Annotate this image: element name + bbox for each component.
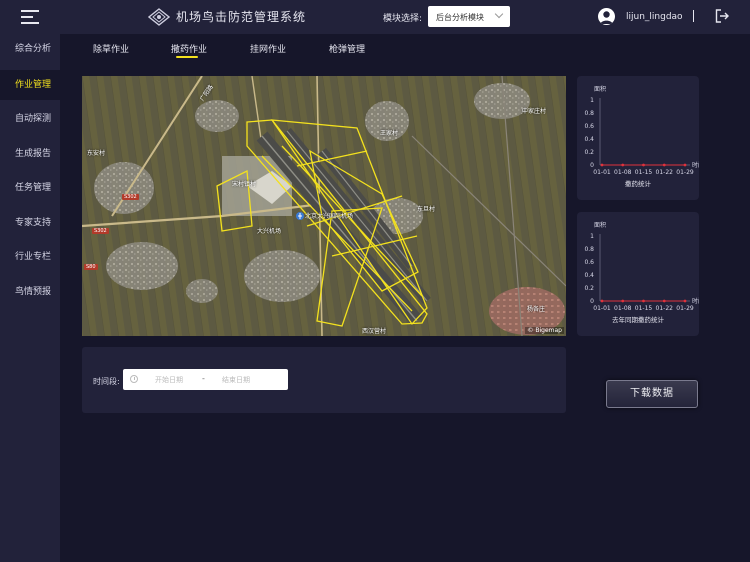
chart-title: 去年同期撒药统计 [612,315,665,324]
y-tick-label: 0.8 [584,246,594,253]
spray-stats-card: 面积1 0.8 0.6 0.4 0.2 0 时间 01-0101-0801-1501-2201… [577,76,699,200]
y-tick-label: 0 [590,298,594,305]
y-tick-label: 1 [590,233,594,240]
x-axis-label: 时间 [692,297,699,305]
tab-spraying[interactable]: 撒药作业 [171,42,207,55]
data-point [621,299,625,303]
x-tick-label: 01-29 [676,169,694,176]
map-label: 大兴机场 [257,228,282,235]
sidebar-item-bird-forecast[interactable]: 鸟情预报 [0,277,60,307]
chart-title: 撒药统计 [625,179,652,188]
start-date-input[interactable]: 开始日期 [155,375,183,385]
sidebar-item-tasks[interactable]: 任务管理 [0,173,60,203]
x-axis-label: 时间 [692,161,699,169]
y-tick-label: 0.4 [584,136,594,143]
data-point [621,163,625,167]
satellite-map[interactable]: 东安村 中家庄村 王家村 宋村镇村 北京大兴国际机场 大兴机场 东旦村 杨各庄 … [82,76,566,336]
app-title: 机场鸟击防范管理系统 [176,10,307,24]
logo-icon [148,8,170,26]
last-year-stats-card: 面积1 0.8 0.6 0.4 0.2 0 时间 01-0101-0801-1501-2201… [577,212,699,336]
data-point [662,163,666,167]
y-tick-label: 0.8 [584,110,594,117]
y-tick-label: 1 [590,97,594,104]
tab-firearms[interactable]: 枪弹管理 [329,42,365,55]
data-point [683,299,687,303]
map-label: 中家庄村 [522,108,547,115]
sidebar-item-industry[interactable]: 行业专栏 [0,242,60,272]
y-tick-label: 0.6 [584,123,594,130]
y-axis-label: 面积 [594,221,606,229]
filter-panel: 时间段: 开始日期 - 结束日期 [82,347,566,413]
road-badge: S80 [84,264,98,270]
x-tick-label: 01-22 [656,169,674,176]
x-tick-label: 01-01 [593,305,611,312]
map-label: 东安村 [87,150,106,157]
road-badge: S302 [122,194,139,200]
data-point [683,163,687,167]
y-tick-label: 0.2 [584,149,594,156]
username: lijun_lingdao [626,12,683,22]
y-tick-label: 0 [590,162,594,169]
spray-stats-chart: 面积1 0.8 0.6 0.4 0.2 0 时间 01-0101-0801-1501-2201… [584,85,699,188]
sidebar-item-detection[interactable]: 自动探测 [0,104,60,134]
avatar[interactable] [598,8,615,25]
date-range-picker[interactable]: 开始日期 - 结束日期 [123,369,288,390]
data-point [642,163,645,167]
chevron-down-icon [494,9,504,19]
sidebar-item-operations[interactable]: 作业管理 [0,70,60,100]
sidebar-item-reports[interactable]: 生成报告 [0,139,60,169]
x-tick-label: 01-08 [614,169,632,176]
map-label: 西汉营村 [362,328,387,335]
map-imagery [82,76,566,336]
map-label: 北京大兴国际机场 [305,213,354,220]
x-tick-label: 01-29 [676,305,694,312]
road-badge: S302 [92,228,109,234]
end-date-input[interactable]: 结束日期 [222,375,250,385]
data-point [600,163,604,167]
tab-netting[interactable]: 挂网作业 [250,42,286,55]
map-label: 东旦村 [417,206,436,213]
operation-tabs: 除草作业 撒药作业 挂网作业 枪弹管理 [60,34,750,62]
header-divider [693,10,694,22]
clock-icon [130,375,138,383]
sidebar: 综合分析 作业管理 自动探测 生成报告 任务管理 专家支持 行业专栏 鸟情预报 [0,34,60,562]
menu-icon[interactable] [21,10,39,24]
module-select[interactable]: 后台分析模块 [428,6,510,27]
x-tick-label: 01-15 [635,169,653,176]
date-separator: - [202,374,205,383]
user-icon [600,11,613,24]
map-label: 王家村 [380,130,399,137]
time-range-label: 时间段: [93,377,120,386]
x-tick-label: 01-22 [656,305,674,312]
data-point [662,299,666,303]
logout-icon[interactable] [715,9,729,23]
last-year-stats-chart: 面积1 0.8 0.6 0.4 0.2 0 时间 01-0101-0801-1501-2201… [584,221,699,324]
module-select-label: 模块选择: [383,14,423,24]
sidebar-item-experts[interactable]: 专家支持 [0,208,60,238]
tab-weeding[interactable]: 除草作业 [93,42,129,55]
map-credit: © Bigemap [525,327,564,334]
data-point [600,299,604,303]
y-tick-label: 0.2 [584,285,594,292]
map-label: 宋村镇村 [232,181,257,188]
download-data-button[interactable]: 下载数据 [606,380,698,408]
top-header: 机场鸟击防范管理系统 模块选择: 后台分析模块 lijun_lingdao [0,0,750,34]
map-label: 杨各庄 [527,306,546,313]
y-tick-label: 0.4 [584,272,594,279]
x-tick-label: 01-15 [635,305,653,312]
x-tick-label: 01-08 [614,305,632,312]
sidebar-item-overview[interactable]: 综合分析 [0,34,60,64]
y-axis-label: 面积 [594,85,606,93]
module-select-value: 后台分析模块 [436,13,484,22]
active-tab-indicator [176,56,198,58]
data-point [642,299,645,303]
y-tick-label: 0.6 [584,259,594,266]
x-tick-label: 01-01 [593,169,611,176]
